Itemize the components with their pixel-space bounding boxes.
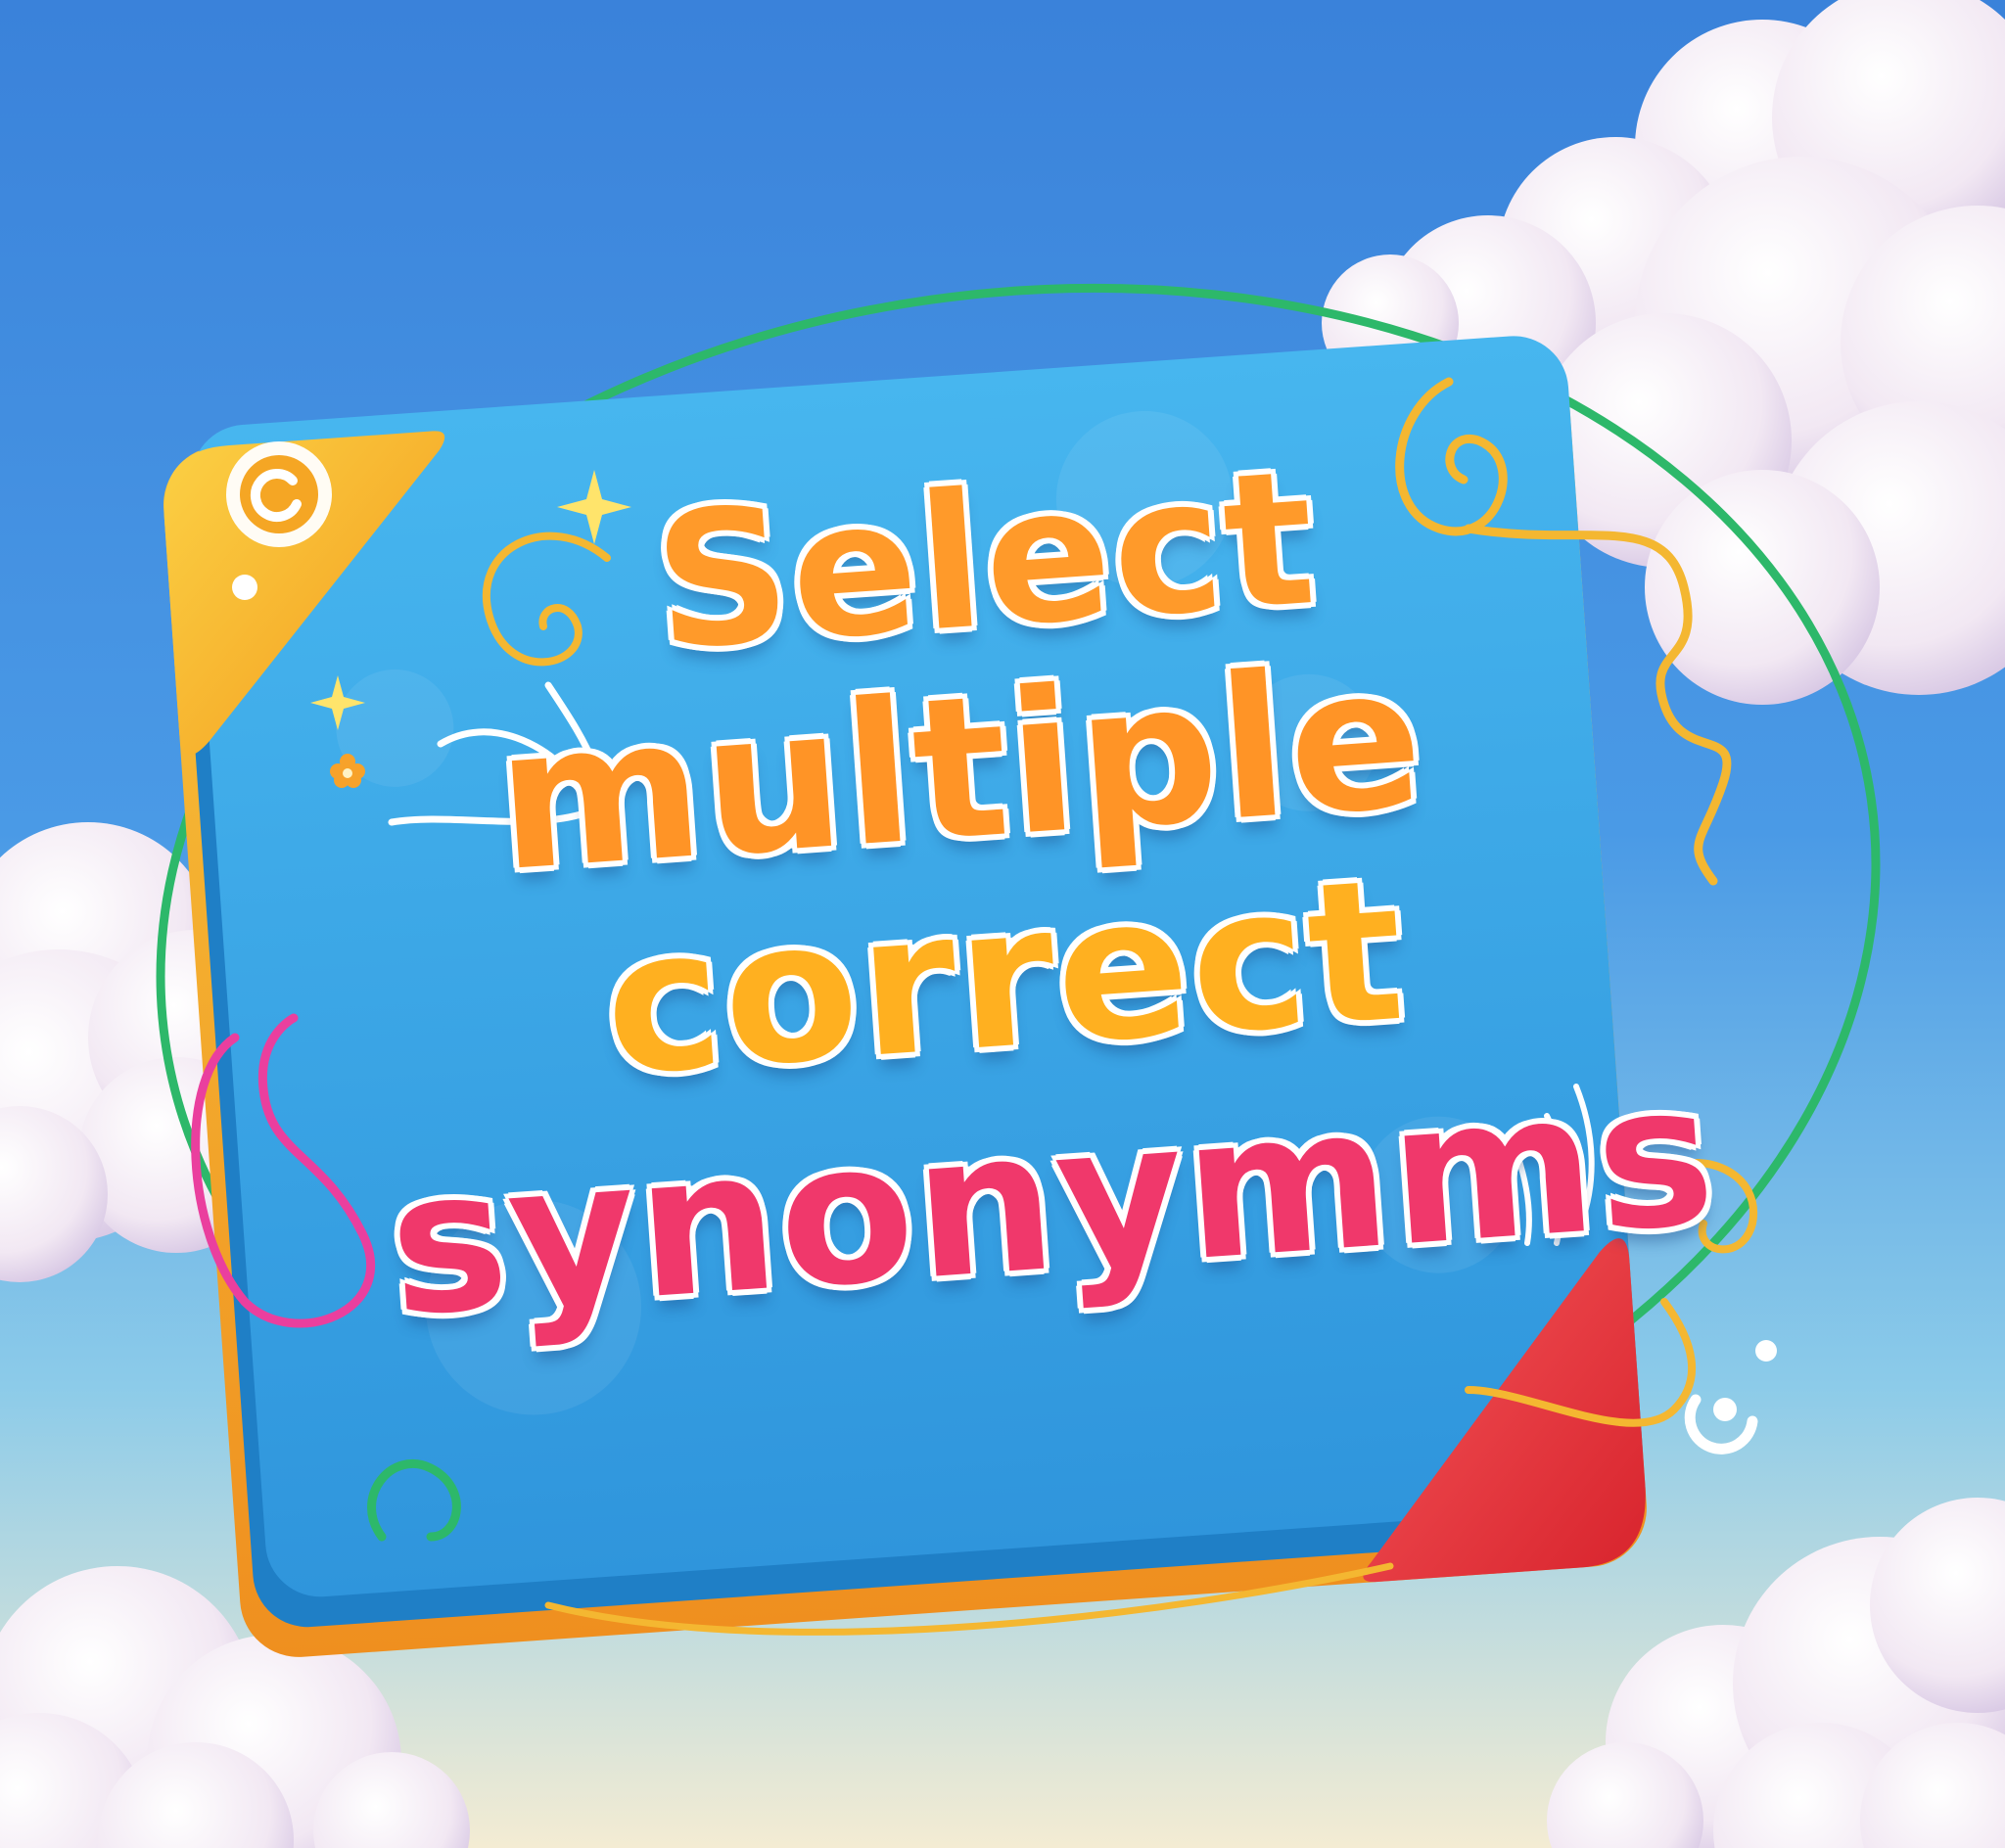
title-text: Select multiple correct synonymms [339,419,1723,1499]
game-title-screen: Select multiple correct synonymms [0,0,2005,1848]
title-line-4: synonymms [382,1040,1723,1362]
